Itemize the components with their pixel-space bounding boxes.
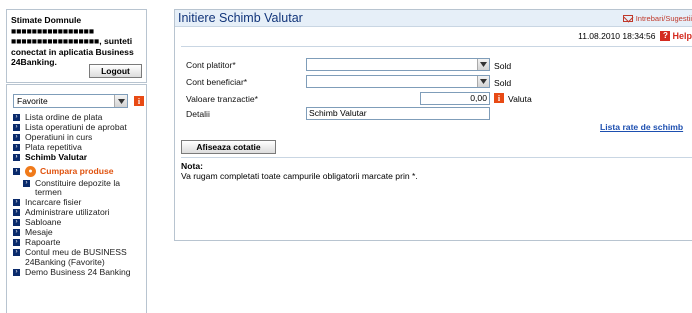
currency-label: Valuta <box>508 94 532 104</box>
arrow-bullet-icon: › <box>13 249 20 257</box>
show-quote-button[interactable]: Afiseaza cotatie <box>181 140 276 154</box>
arrow-bullet-icon: › <box>13 199 20 207</box>
nav-item-label: Schimb Valutar <box>25 151 88 162</box>
arrow-bullet-icon: › <box>13 268 20 276</box>
nav-item-schimb-valutar[interactable]: › Schimb Valutar <box>13 151 145 163</box>
arrow-bullet-icon: › <box>13 123 20 131</box>
chevron-down-icon[interactable] <box>477 76 489 87</box>
divider <box>181 46 692 47</box>
feedback-link[interactable]: Intrebari/Sugestii <box>622 14 692 23</box>
arrow-bullet-icon: › <box>13 219 20 227</box>
chevron-down-icon[interactable] <box>477 59 489 70</box>
nav-item-contul-meu[interactable]: › Contul meu de BUSINESS 24Banking (Favo… <box>13 247 145 267</box>
page-title: Initiere Schimb Valutar <box>178 11 303 25</box>
user-box: Stimate Domnule ■■■■■■■■■■■■■■■■ ■■■■■■■… <box>6 9 147 83</box>
arrow-bullet-icon: › <box>13 153 20 161</box>
help-icon[interactable]: ? <box>660 31 671 41</box>
exchange-rates-link[interactable]: Lista rate de schimb <box>600 122 683 132</box>
favorites-row: Favorite i <box>13 94 144 108</box>
beneficiary-account-select[interactable] <box>306 75 490 88</box>
nav-item-label: Cumpara produse <box>40 165 114 176</box>
note-title: Nota: <box>181 161 203 171</box>
main-panel: Initiere Schimb Valutar Intrebari/Sugest… <box>174 9 692 241</box>
details-label: Detalii <box>186 109 210 119</box>
amount-input[interactable]: 0,00 <box>420 92 490 105</box>
feedback-label: Intrebari/Sugestii <box>635 14 692 23</box>
favorites-panel: Favorite i › Lista ordine de plata › Lis… <box>6 84 147 313</box>
divider <box>181 157 692 158</box>
arrow-bullet-icon: › <box>13 239 20 247</box>
date-help-bar: 11.08.2010 18:34:56 ? Help <box>578 31 692 41</box>
arrow-bullet-icon: › <box>13 114 20 121</box>
logout-button[interactable]: Logout <box>89 64 142 78</box>
favorites-select-value: Favorite <box>17 96 48 106</box>
envelope-icon <box>622 15 633 22</box>
help-link[interactable]: Help <box>672 31 692 41</box>
nav-item-cumpara-produse[interactable]: › ● Cumpara produse <box>13 165 145 177</box>
nav-item-label: Demo Business 24 Banking <box>25 266 131 277</box>
note-text: Va rugam completati toate campurile obli… <box>181 171 418 181</box>
nav-item-label: Constituire depozite la termen <box>35 177 121 198</box>
arrow-bullet-icon: › <box>23 179 30 187</box>
payer-balance-label: Sold <box>494 61 512 71</box>
shopping-icon: ● <box>25 165 36 177</box>
beneficiary-balance-label: Sold <box>494 78 512 88</box>
datetime-text: 11.08.2010 18:34:56 <box>578 31 656 41</box>
arrow-bullet-icon: › <box>13 167 20 175</box>
nav-item-label: Contul meu de BUSINESS 24Banking (Favori… <box>25 247 127 267</box>
favorites-select[interactable]: Favorite <box>13 94 128 108</box>
beneficiary-account-label: Cont beneficiar* <box>186 77 248 87</box>
info-icon[interactable]: i <box>134 96 144 106</box>
amount-label: Valoare tranzactie* <box>186 94 258 104</box>
arrow-bullet-icon: › <box>13 133 20 141</box>
nav-item-demo[interactable]: › Demo Business 24 Banking <box>13 266 145 278</box>
info-icon[interactable]: i <box>494 93 504 103</box>
sidebar: Stimate Domnule ■■■■■■■■■■■■■■■■ ■■■■■■■… <box>0 0 150 313</box>
arrow-bullet-icon: › <box>13 143 20 151</box>
arrow-bullet-icon: › <box>13 209 20 217</box>
nav-item-depozite[interactable]: › Constituire depozite la termen <box>13 177 145 198</box>
payer-account-select[interactable] <box>306 58 490 71</box>
greeting-text: Stimate Domnule ■■■■■■■■■■■■■■■■ ■■■■■■■… <box>11 15 134 67</box>
nav-menu: › Lista ordine de plata › Lista operatiu… <box>13 112 145 278</box>
payer-account-label: Cont platitor* <box>186 60 236 70</box>
chevron-down-icon[interactable] <box>114 95 127 107</box>
panel-header: Initiere Schimb Valutar Intrebari/Sugest… <box>175 10 692 27</box>
details-input[interactable]: Schimb Valutar <box>306 107 490 120</box>
arrow-bullet-icon: › <box>13 229 20 237</box>
